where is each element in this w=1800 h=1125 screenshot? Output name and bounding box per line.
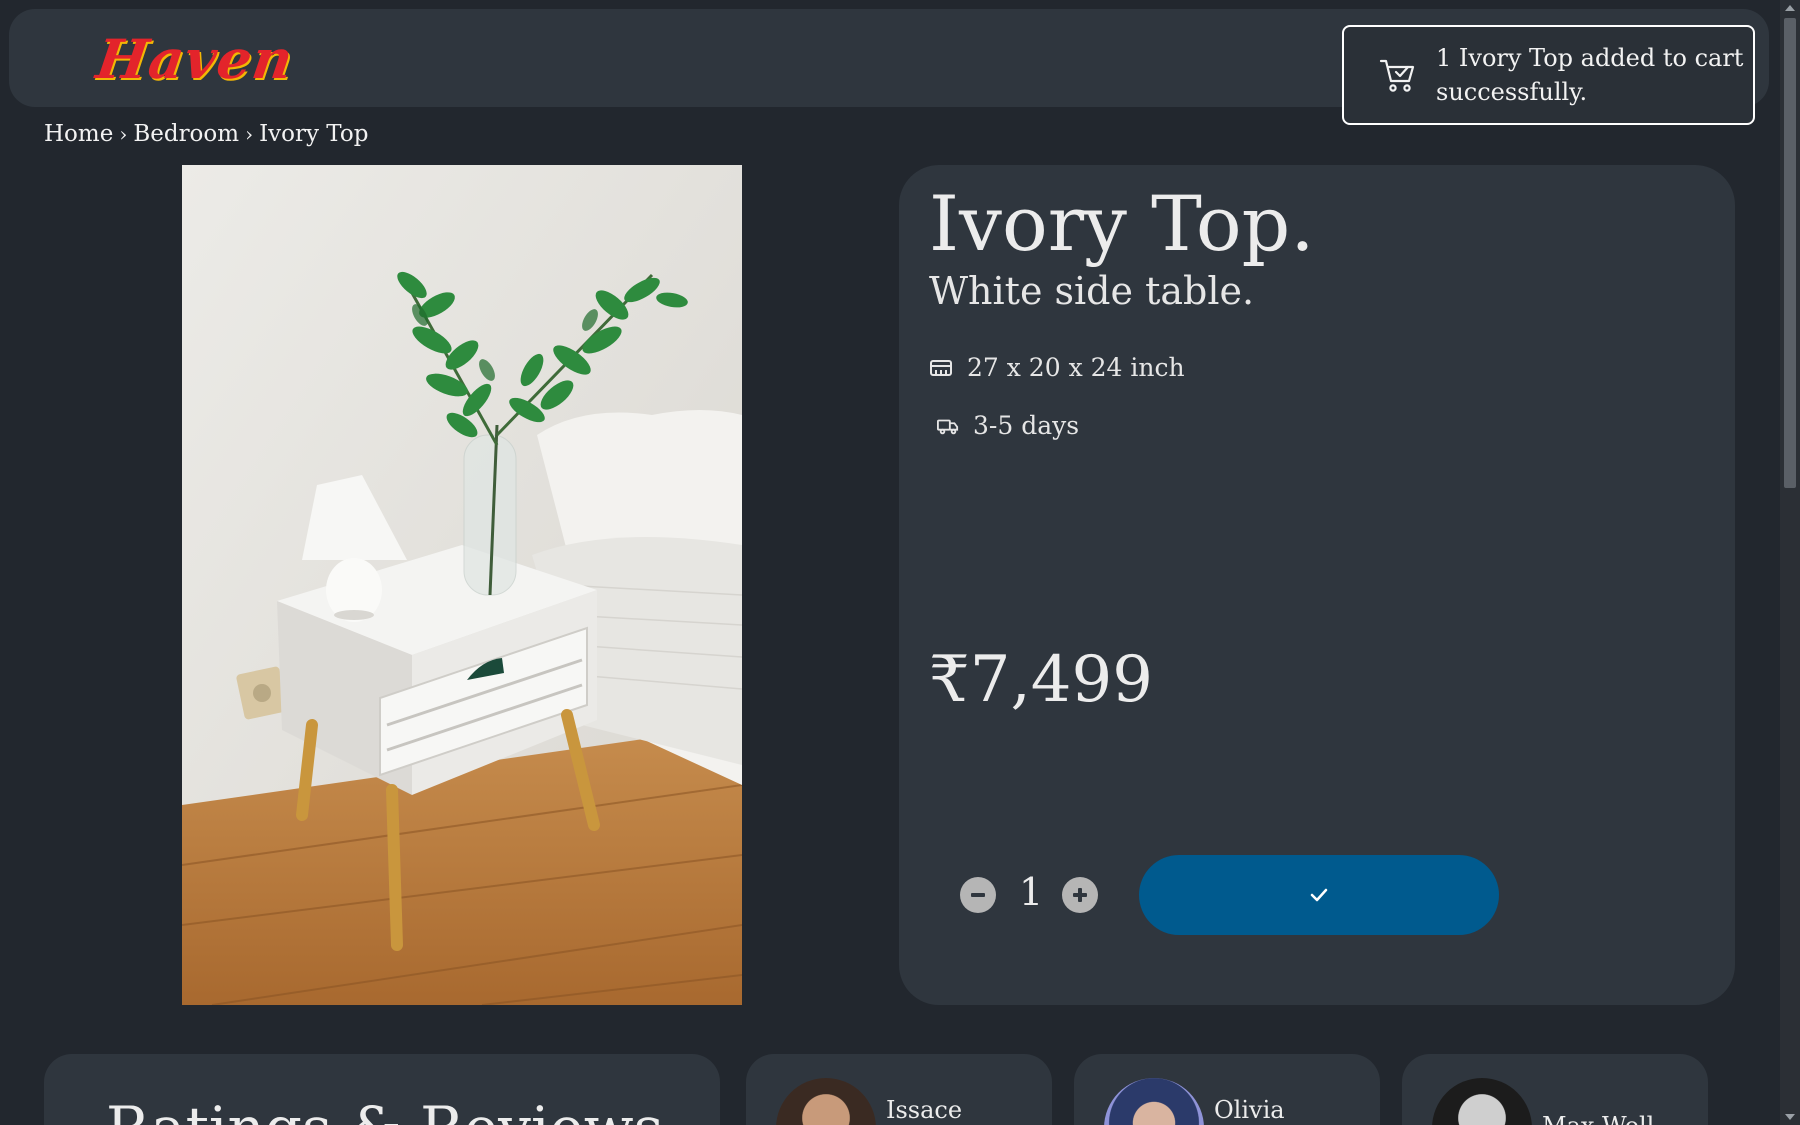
chevron-right-icon: ›: [119, 122, 128, 146]
review-card: Olivia: [1074, 1054, 1380, 1125]
add-to-cart-button[interactable]: [1139, 855, 1499, 935]
product-details-panel: Ivory Top. White side table. 27 x 20 x 2…: [899, 165, 1735, 1005]
breadcrumb: Home › Bedroom › Ivory Top: [44, 121, 368, 147]
increase-quantity-button[interactable]: [1062, 877, 1098, 913]
ratings-reviews-card: Ratings & Reviews: [44, 1054, 720, 1125]
dimensions-text: 27 x 20 x 24 inch: [967, 353, 1185, 382]
plus-icon: [1073, 888, 1087, 902]
truck-icon: [937, 419, 959, 434]
page-scrollbar[interactable]: [1780, 0, 1800, 1125]
reviewer-name: Issace: [886, 1096, 963, 1124]
product-title: Ivory Top.: [929, 179, 1315, 268]
review-card: Issace: [746, 1054, 1052, 1125]
check-icon: [1310, 888, 1328, 902]
scroll-down-arrow-icon[interactable]: [1785, 1114, 1795, 1120]
toast-message: 1 Ivory Top added to cart successfully.: [1436, 44, 1744, 106]
delivery-spec: 3-5 days: [937, 411, 1079, 440]
breadcrumb-current: Ivory Top: [259, 121, 369, 147]
minus-icon: [971, 893, 985, 897]
cart-check-icon: [1379, 59, 1415, 92]
reviewer-name: Max Well: [1542, 1112, 1654, 1125]
reviewer-name: Olivia: [1214, 1096, 1285, 1124]
reviews-heading: Ratings & Reviews: [106, 1094, 663, 1125]
ruler-icon: [930, 359, 952, 376]
review-card: Max Well: [1402, 1054, 1708, 1125]
quantity-value: 1: [1019, 870, 1044, 914]
product-price: ₹7,499: [929, 643, 1153, 717]
avatar: [1104, 1078, 1204, 1125]
breadcrumb-home[interactable]: Home: [44, 121, 113, 147]
chevron-right-icon: ›: [245, 122, 254, 146]
dimensions-spec: 27 x 20 x 24 inch: [929, 353, 1185, 382]
breadcrumb-bedroom[interactable]: Bedroom: [133, 121, 239, 147]
scrollbar-thumb[interactable]: [1784, 18, 1796, 488]
avatar: [1432, 1078, 1532, 1125]
product-subtitle: White side table.: [929, 269, 1255, 313]
decrease-quantity-button[interactable]: [960, 877, 996, 913]
product-image: [182, 165, 742, 1005]
delivery-text: 3-5 days: [973, 411, 1080, 440]
brand-logo[interactable]: Haven: [93, 27, 298, 91]
avatar: [776, 1078, 876, 1125]
cart-toast: 1 Ivory Top added to cart successfully.: [1342, 25, 1755, 125]
scroll-up-arrow-icon[interactable]: [1785, 5, 1795, 11]
